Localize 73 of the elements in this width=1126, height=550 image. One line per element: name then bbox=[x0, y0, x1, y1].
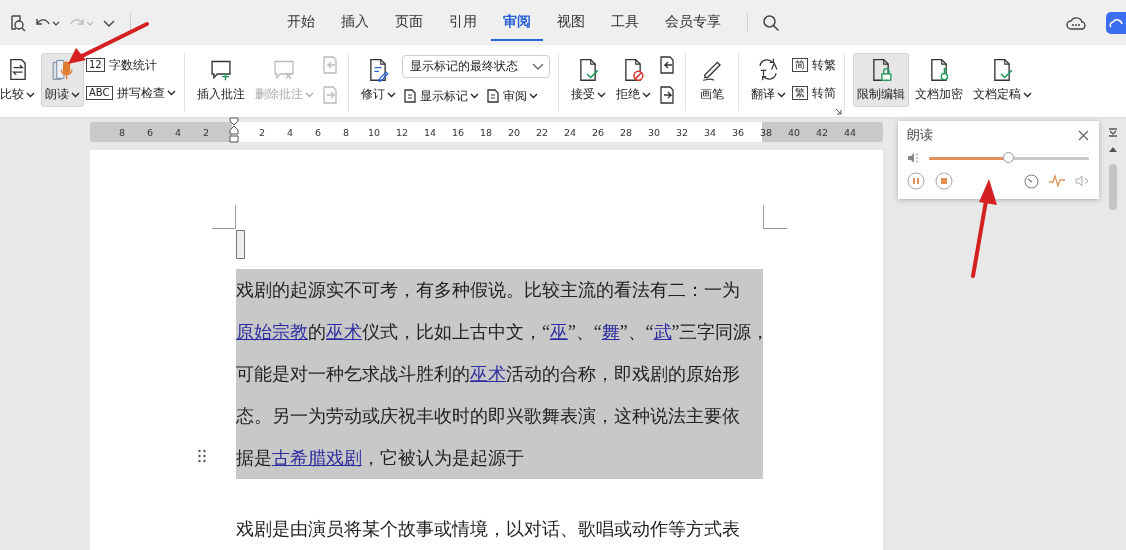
icon-text: 繁 bbox=[791, 86, 808, 100]
caret-icon bbox=[386, 91, 396, 98]
icon-text: ABC bbox=[86, 86, 113, 100]
text-cursor bbox=[236, 230, 245, 259]
ribbon-tab[interactable]: 视图 bbox=[545, 4, 597, 41]
caret-icon bbox=[1022, 91, 1032, 98]
icon-text: 简 bbox=[791, 58, 808, 72]
cloud-chat-icon[interactable] bbox=[1066, 14, 1086, 31]
ribbon-button[interactable]: 限制编辑 bbox=[852, 53, 909, 107]
ribbon-button[interactable]: 文档定稿 bbox=[968, 53, 1036, 107]
ribbon-button[interactable]: 翻译 bbox=[746, 53, 790, 107]
caret-icon bbox=[166, 90, 176, 96]
ribbon-button[interactable]: 比较 bbox=[0, 53, 39, 107]
expand-corner-icon[interactable] bbox=[834, 108, 842, 115]
link[interactable]: 巫 bbox=[549, 322, 568, 342]
document-icon bbox=[401, 88, 418, 104]
ribbon-button[interactable]: 简 转繁 bbox=[791, 55, 836, 75]
caret-icon bbox=[469, 93, 479, 99]
ribbon-button[interactable]: 显示标记 bbox=[401, 86, 479, 106]
ribbon-button[interactable]: 文档加密 bbox=[910, 53, 967, 107]
paragraph-line: 戏剧是由演员将某个故事或情境，以对话、歌唱或动作等方式表 bbox=[236, 518, 741, 541]
caret-icon bbox=[528, 93, 538, 99]
link[interactable]: 舞 bbox=[601, 322, 620, 342]
scroll-up-icon[interactable] bbox=[1109, 146, 1117, 152]
ribbon-tab[interactable]: 会员专享 bbox=[653, 4, 733, 41]
link[interactable]: 巫术 bbox=[470, 364, 506, 384]
document-icon bbox=[484, 88, 501, 104]
caret-icon bbox=[641, 91, 651, 98]
paragraph-line: 戏剧的起源实不可考，有多种假说。比较主流的看法有二：一为 bbox=[236, 279, 741, 302]
margin-corner-mark bbox=[212, 205, 236, 229]
caret-icon bbox=[26, 91, 35, 98]
ribbon-tab[interactable]: 引用 bbox=[437, 4, 489, 41]
ribbon-tab[interactable]: 开始 bbox=[275, 4, 327, 41]
ribbon-button[interactable]: 修订 bbox=[356, 53, 400, 107]
ribbon-tab[interactable]: 页面 bbox=[383, 4, 435, 41]
ribbon-tab[interactable]: 审阅 bbox=[491, 4, 543, 41]
volume-icon[interactable] bbox=[907, 152, 919, 164]
speed-gauge-icon[interactable] bbox=[1024, 173, 1039, 189]
paragraph-line: 原始宗教的巫术仪式，比如上古中文，“巫”、“舞”、“武”三字同源， bbox=[236, 321, 763, 344]
link[interactable]: 原始宗教 bbox=[236, 322, 308, 342]
icon-text: 12 bbox=[86, 58, 105, 72]
link[interactable]: 武 bbox=[653, 322, 672, 342]
paragraph-line: 可能是对一种乞求战斗胜利的巫术活动的合称，即戏剧的原始形 bbox=[236, 363, 741, 386]
caret-icon bbox=[776, 91, 786, 98]
link[interactable]: 巫术 bbox=[326, 322, 362, 342]
ribbon-tab[interactable]: 插入 bbox=[329, 4, 381, 41]
link[interactable]: 古希腊戏剧 bbox=[272, 448, 362, 468]
markup-state-dropdown[interactable]: 显示标记的最终状态 bbox=[401, 55, 550, 78]
paragraph-line: 据是古希腊戏剧，它被认为是起源于 bbox=[236, 447, 525, 470]
ribbon-button[interactable]: 12 字数统计 bbox=[86, 55, 157, 75]
search-icon[interactable] bbox=[762, 13, 780, 32]
ribbon-button[interactable]: 拒绝 bbox=[611, 53, 655, 107]
ribbon-tab[interactable]: 工具 bbox=[599, 4, 651, 41]
ribbon-button[interactable]: 接受 bbox=[566, 53, 610, 107]
ribbon-button[interactable]: ABC 拼写检查 bbox=[86, 83, 176, 103]
ribbon-button[interactable]: 繁 转简 bbox=[791, 83, 836, 103]
cloud-icon[interactable] bbox=[1109, 16, 1123, 29]
ribbon-button[interactable]: 审阅 bbox=[484, 86, 538, 106]
drag-handle-icon[interactable] bbox=[198, 449, 206, 463]
panel-title: 朗读 bbox=[907, 127, 933, 144]
paragraph-line: 态。另一为劳动或庆祝丰收时的即兴歌舞表演，这种说法主要依 bbox=[236, 405, 741, 428]
print-preview-icon[interactable] bbox=[8, 13, 26, 32]
caret-icon bbox=[71, 91, 80, 98]
close-icon[interactable] bbox=[1078, 130, 1089, 141]
ribbon-button[interactable]: 插入批注 bbox=[192, 53, 249, 107]
margin-corner-mark bbox=[763, 205, 787, 229]
ribbon-button[interactable]: 画笔 bbox=[693, 53, 730, 107]
caret-icon bbox=[531, 62, 544, 71]
caret-icon bbox=[596, 91, 606, 98]
split-icon[interactable] bbox=[1108, 128, 1118, 138]
scrollbar-thumb[interactable] bbox=[1109, 164, 1117, 210]
ribbon-button[interactable]: 朗读 bbox=[41, 53, 84, 107]
caret-icon bbox=[304, 91, 314, 98]
